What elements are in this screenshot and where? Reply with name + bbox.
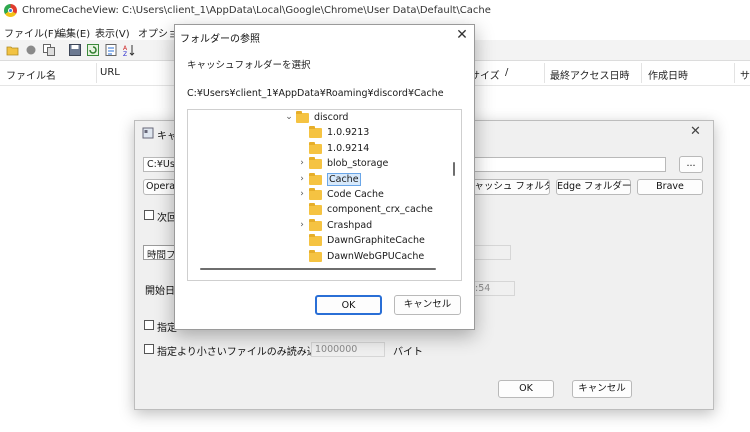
html-report-icon[interactable] [104,43,118,57]
folder-dialog-title: フォルダーの参照 [180,34,260,45]
tree-item[interactable]: › Cache [188,172,448,188]
folder-icon [309,157,322,170]
sort-az-icon[interactable]: AZ [122,43,136,57]
menu-view[interactable]: 表示(V) [95,25,130,40]
column-server[interactable]: サ [740,67,750,82]
close-icon[interactable]: ✕ [690,124,701,139]
folder-ok-button[interactable]: OK [315,295,382,315]
folder-icon [309,172,322,185]
brave-button[interactable]: Brave [637,179,703,195]
tree-item[interactable]: › blob_storage [188,157,448,172]
chevron-right-icon[interactable]: › [297,158,307,168]
chevron-right-icon[interactable]: › [297,220,307,230]
column-url[interactable]: URL [100,67,120,78]
cache-path-input-tail[interactable] [471,157,666,172]
tree-item-label: component_crx_cache [327,204,433,216]
smaller-files-checkbox[interactable] [144,344,154,354]
tree-item[interactable]: 1.0.9214 [188,141,448,157]
tree-item-label: blob_storage [327,158,389,170]
tree-item[interactable]: 1.0.9213 [188,126,448,141]
column-divider[interactable] [641,63,642,83]
start-date-label: 開始日 [145,286,175,297]
menu-file[interactable]: ファイル(F) [4,25,58,40]
folder-icon [309,188,322,200]
folder-icon [309,249,322,262]
dialog-icon [142,127,154,139]
title-bar: ChromeCacheView: C:\Users\client_1\AppDa… [0,0,750,22]
chevron-down-icon[interactable]: ⌄ [284,112,294,122]
tree-item[interactable]: › Code Cache [188,188,448,203]
tree-item[interactable]: DawnWebGPUCache [188,249,448,265]
options-cancel-button[interactable]: キャンセル [572,380,632,398]
record-icon[interactable] [24,43,38,57]
column-created[interactable]: 作成日時 [648,67,688,82]
folder-icon [309,234,322,247]
column-divider[interactable] [734,63,735,83]
window-title: ChromeCacheView: C:\Users\client_1\AppDa… [22,5,491,16]
sort-indicator: / [505,67,509,78]
column-divider[interactable] [96,63,97,83]
tree-item-label: DawnWebGPUCache [327,250,425,262]
smaller-files-label: 指定より小さいファイルのみ読み込み... [157,347,337,358]
smaller-files-size-input[interactable]: 1000000 [311,342,385,357]
folder-icon [309,126,322,139]
tree-item-label: 1.0.9214 [327,142,370,154]
folder-instruction: キャッシュフォルダーを選択 [187,60,311,71]
column-divider[interactable] [544,63,545,83]
chrome-cache-view-icon [4,4,17,17]
browse-button[interactable]: ... [679,156,703,173]
tree-item[interactable]: DawnGraphiteCache [188,234,448,249]
chevron-right-icon[interactable]: › [297,189,307,199]
next-time-checkbox[interactable] [144,210,154,220]
tree-item[interactable]: › Crashpad [188,218,448,234]
vertical-scrollbar[interactable] [453,162,455,176]
time-filter-extra [471,245,511,260]
chevron-right-icon[interactable]: › [297,174,307,184]
time-filter-select[interactable]: 時間フィ [143,245,177,260]
tree-item-label: discord [314,112,349,123]
tree-item-label: 1.0.9213 [327,127,370,139]
folder-browse-dialog: フォルダーの参照 ✕ キャッシュフォルダーを選択 C:¥Users¥client… [174,24,475,330]
selected-folder-path: C:¥Users¥client_1¥AppData¥Roaming¥discor… [187,88,444,99]
close-icon[interactable]: ✕ [453,26,471,44]
tree-item[interactable]: component_crx_cache [188,203,448,218]
menu-edit[interactable]: 編集(E) [56,25,90,40]
edge-folder-button[interactable]: Edge フォルダー [556,179,631,195]
folder-icon [309,203,322,216]
copy-icon[interactable] [42,43,56,57]
tree-item-label: Cache [327,172,361,186]
folder-icon [296,111,309,123]
tree-item-label: Code Cache [327,189,384,200]
folder-icon [309,141,322,154]
start-time-field[interactable]: :54 [471,281,515,296]
options-ok-button[interactable]: OK [498,380,554,398]
bytes-unit-label: バイト [393,347,423,358]
tree-item-label: DawnGraphiteCache [327,235,425,247]
folder-tree[interactable]: ⌄ discord 1.0.9213 1.0.9214 › blob_storage › Ca… [187,109,462,281]
tree-item-label: Crashpad [327,219,373,231]
save-icon[interactable] [68,43,82,57]
folder-icon [309,218,322,231]
svg-text:Z: Z [123,51,127,57]
folder-cancel-button[interactable]: キャンセル [394,295,461,315]
column-filename[interactable]: ファイル名 [6,67,56,82]
horizontal-scrollbar[interactable] [200,268,436,270]
open-folder-icon[interactable] [6,43,20,57]
tree-item[interactable]: ⌄ discord [188,111,448,126]
refresh-icon[interactable] [86,43,100,57]
column-last-access[interactable]: 最終アクセス日時 [550,67,630,82]
limit-checkbox[interactable] [144,320,154,330]
